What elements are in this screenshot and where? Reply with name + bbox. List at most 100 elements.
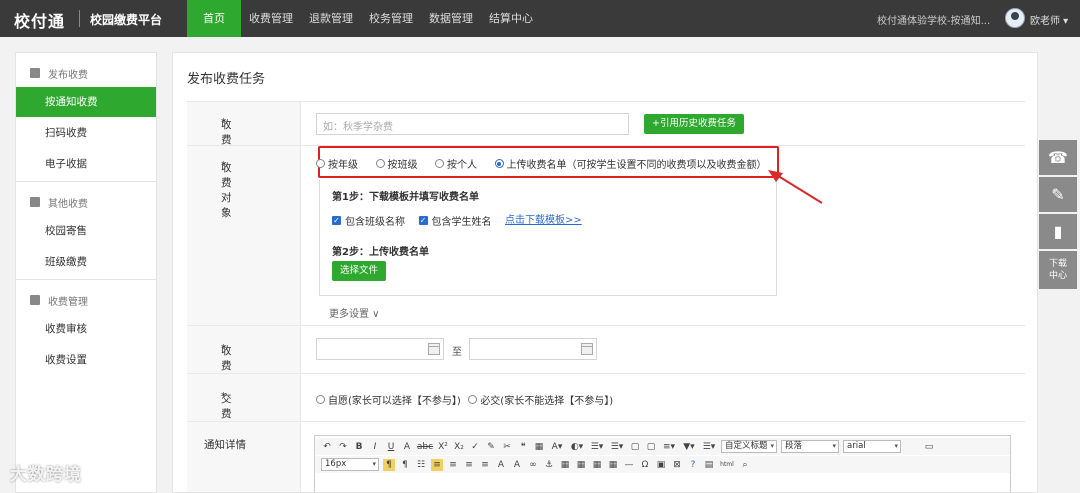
heading-select[interactable]: 自定义标题 [721,440,777,453]
clear-format-icon[interactable]: ✂ [501,441,513,453]
date-to-label: 至 [452,347,462,358]
start-date-input[interactable] [316,338,444,360]
include-class-checkbox[interactable]: ✓ 包含班级名称 [332,213,405,228]
select-all-icon[interactable]: ▢ [629,441,641,453]
link-icon[interactable]: ∞ [527,459,539,471]
image-float-none-icon[interactable]: ▦ [559,459,571,471]
blockquote-icon[interactable]: ❝ [517,441,529,453]
image-float-left-icon[interactable]: ▦ [575,459,587,471]
user-menu[interactable]: 欧老师 ▾ [1030,12,1068,27]
school-name[interactable]: 校付通体验学校-按通知... [877,12,990,27]
superscript-icon[interactable]: X² [437,441,449,453]
align-right-icon[interactable]: ≡ [463,459,475,471]
nav-home[interactable]: 首页 [187,0,241,37]
rtl-icon[interactable]: ¶ [399,459,411,471]
paragraph-select[interactable]: 段落 [781,440,839,453]
clear-doc-icon[interactable]: ▢ [645,441,657,453]
indent-icon[interactable]: ☷ [415,459,427,471]
row-spacing-bottom-icon[interactable]: ▼▾ [681,441,697,453]
anchor-icon[interactable]: ⚓ [543,459,555,471]
align-justify-icon[interactable]: ≡ [479,459,491,471]
help-icon[interactable]: ? [687,459,699,471]
underline-icon[interactable]: U [385,441,397,453]
to-uppercase-icon[interactable]: A [495,459,507,471]
format-match-icon[interactable]: ✓ [469,441,481,453]
edit-icon [30,68,40,78]
mode-row: *交费形式 自愿(家长可以选择【不参与】) 必交(家长不能选择【不参与】) [187,374,1025,450]
task-name-label-cell: *收费任务名称 [187,102,301,206]
detail-label: 通知详情 [204,439,246,451]
horizontal-rule-icon[interactable]: — [623,459,635,471]
radio-by-class[interactable]: 按班级 [375,156,418,171]
subscript-icon[interactable]: X₂ [453,441,465,453]
nav-data-management[interactable]: 数据管理 [421,0,481,37]
platform-title: 校园缴费平台 [90,13,163,27]
radio-optional[interactable]: 自愿(家长可以选择【不参与】) [316,392,461,407]
nav-settlement-center[interactable]: 结算中心 [481,0,541,37]
sidebar-item-review[interactable]: 收费审核 [16,314,156,344]
redo-icon[interactable]: ↷ [337,441,349,453]
app-logo[interactable]: 校付通 [14,8,65,32]
more-settings-toggle[interactable]: 更多设置 ∨ [329,305,380,320]
sidebar-item-notice-charge[interactable]: 按通知收费 [16,87,156,117]
to-lowercase-icon[interactable]: A [511,459,523,471]
include-student-checkbox[interactable]: ✓ 包含学生姓名 [418,213,492,228]
search-replace-icon[interactable]: ⊠ [671,459,683,471]
customer-service-icon[interactable]: ☎ [1039,140,1077,175]
radio-by-grade[interactable]: 按年级 [316,156,358,171]
sidebar-item-class-payment[interactable]: 班级缴费 [16,247,156,277]
nav-school-affairs[interactable]: 校务管理 [361,0,421,37]
nav-charge-management[interactable]: 收费管理 [241,0,301,37]
radio-mandatory[interactable]: 必交(家长不能选择【不参与】) [468,392,613,407]
html-source-icon[interactable]: html [719,459,735,471]
sidebar-item-settings[interactable]: 收费设置 [16,345,156,375]
rich-text-editor[interactable]: ↶ ↷ B I U A abc X² X₂ ✓ ✎ ✂ ❝ ▦ A▾ ◐▾ ☰▾… [314,435,1011,492]
download-template-link[interactable]: 点击下载模板>> [505,215,582,226]
feedback-icon[interactable]: ✎ [1039,177,1077,212]
fullscreen-icon[interactable]: ▭ [923,441,935,453]
font-color-icon[interactable]: A▾ [549,441,565,453]
special-char-icon[interactable]: Ω [639,459,651,471]
align-left-icon[interactable]: ≡ [431,458,443,471]
sidebar-item-consignment[interactable]: 校园寄售 [16,216,156,246]
auto-format-icon[interactable]: ✎ [485,441,497,453]
task-name-input[interactable]: 如：秋季学杂费 [316,113,629,135]
download-center-button[interactable]: 下载中心 [1039,251,1077,289]
radio-by-person[interactable]: 按个人 [435,156,477,171]
align-center-icon[interactable]: ≡ [447,459,459,471]
undo-icon[interactable]: ↶ [321,441,333,453]
unordered-list-icon[interactable]: ☰▾ [609,441,625,453]
italic-icon[interactable]: I [369,441,381,453]
target-radio-group: 按年级 按班级 按个人 上传收费名单（可按学生设置不同的收费项以及收费金额） [316,156,786,171]
bold-icon[interactable]: B [353,441,365,453]
nav-refund-management[interactable]: 退款管理 [301,0,361,37]
select-file-button[interactable]: 选择文件 [332,261,387,281]
paste-plain-icon[interactable]: ▦ [533,441,545,453]
insert-table-icon[interactable]: ▣ [655,459,667,471]
avatar[interactable] [1005,8,1025,28]
row-spacing-top-icon[interactable]: ≡▾ [661,441,677,453]
ltr-icon[interactable]: ¶ [383,458,395,471]
ordered-list-icon[interactable]: ☰▾ [589,441,605,453]
font-family-select[interactable]: arial [843,440,901,453]
sidebar-item-e-receipt[interactable]: 电子收据 [16,149,156,179]
image-center-icon[interactable]: ▦ [607,459,619,471]
image-float-right-icon[interactable]: ▦ [591,459,603,471]
radio-upload-list[interactable]: 上传收费名单（可按学生设置不同的收费项以及收费金额） [494,156,767,171]
calendar-icon[interactable] [581,343,593,355]
annotation-arrow [768,170,823,204]
strikethrough-icon[interactable]: abc [417,441,433,453]
manual-icon[interactable]: ▮ [1039,214,1077,249]
template-icon[interactable]: ▤ [703,459,715,471]
sidebar-item-qr-charge[interactable]: 扫码收费 [16,118,156,148]
highlight-color-icon[interactable]: ◐▾ [569,441,585,453]
history-task-button[interactable]: +引用历史收费任务 [644,114,744,134]
end-date-input[interactable] [469,338,597,360]
calendar-icon[interactable] [428,343,440,355]
preview-icon[interactable]: ⌕ [739,459,751,471]
radio-icon [468,395,478,404]
line-height-icon[interactable]: ☰▾ [701,441,717,453]
page-title: 发布收费任务 [187,72,266,87]
font-border-icon[interactable]: A [401,441,413,453]
font-size-select[interactable]: 16px [321,458,379,471]
